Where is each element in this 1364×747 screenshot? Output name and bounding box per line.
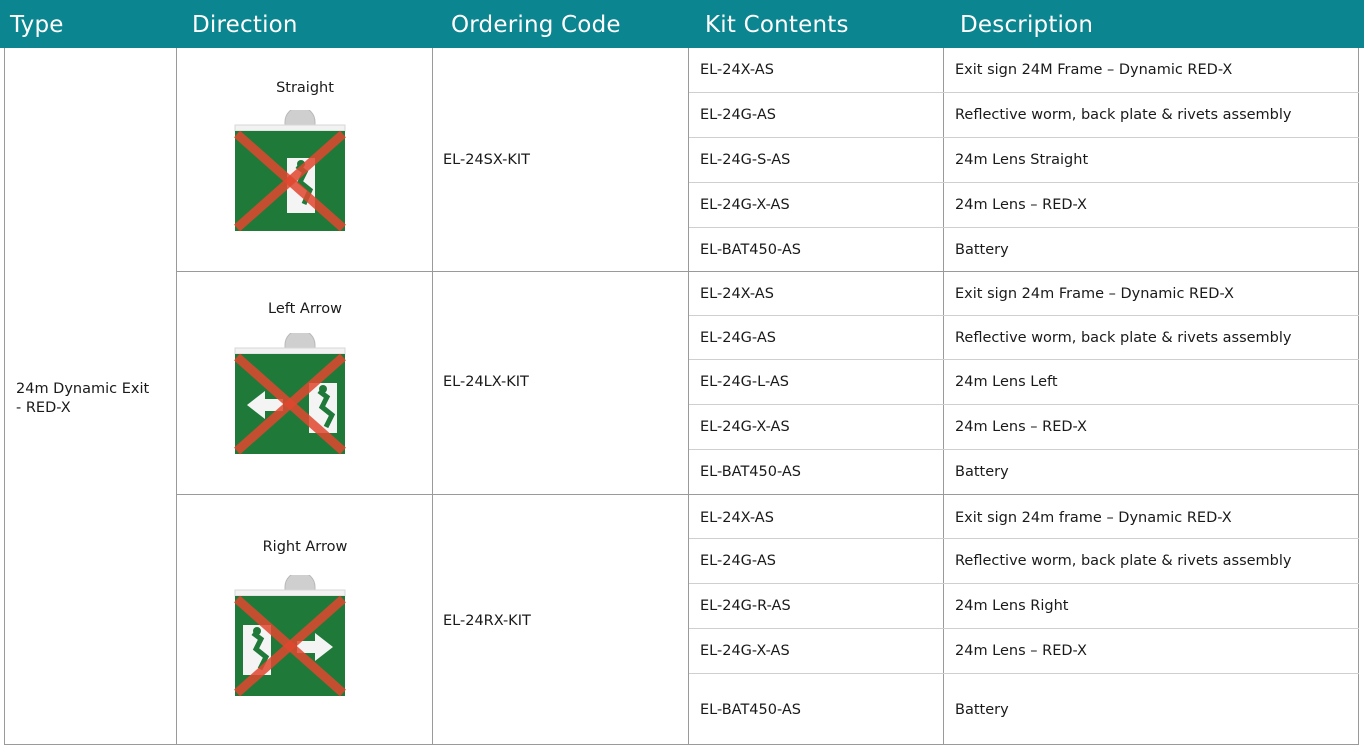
row-divider — [689, 538, 1359, 539]
kit-description: 24m Lens Straight — [955, 152, 1089, 168]
kit-item: EL-24G-X-AS — [700, 197, 790, 213]
row-divider — [689, 449, 1359, 450]
kit-description: 24m Lens – RED-X — [955, 197, 1087, 213]
col-divider — [432, 48, 433, 745]
kit-description: Battery — [955, 242, 1009, 258]
kit-item: EL-BAT450-AS — [700, 702, 802, 718]
col-divider — [943, 48, 944, 745]
product-table-page: Type Direction Ordering Code Kit Content… — [0, 0, 1364, 747]
direction-label: Left Arrow — [268, 301, 342, 317]
kit-item: EL-BAT450-AS — [700, 464, 802, 480]
ordering-code: EL-24RX-KIT — [443, 613, 531, 629]
kit-item: EL-24G-X-AS — [700, 419, 790, 435]
kit-item: EL-24G-X-AS — [700, 643, 790, 659]
row-divider — [689, 137, 1359, 138]
kit-description: 24m Lens Right — [955, 598, 1069, 614]
row-divider — [689, 92, 1359, 93]
type-cell: 24m Dynamic Exit - RED-X — [16, 381, 150, 416]
exit-sign-left-arrow-icon — [225, 333, 355, 458]
direction-label: Right Arrow — [262, 539, 348, 555]
kit-item: EL-24G-AS — [700, 107, 776, 123]
header-direction: Direction — [192, 12, 298, 38]
kit-item: EL-24X-AS — [700, 510, 774, 526]
ordering-code: EL-24LX-KIT — [443, 374, 529, 390]
col-divider — [688, 48, 689, 745]
header-kit-contents: Kit Contents — [705, 12, 849, 38]
kit-description: Battery — [955, 702, 1009, 718]
kit-item: EL-24G-AS — [700, 553, 776, 569]
row-divider — [689, 182, 1359, 183]
kit-item: EL-24G-S-AS — [700, 152, 791, 168]
kit-item: EL-24G-R-AS — [700, 598, 791, 614]
ordering-code: EL-24SX-KIT — [443, 152, 530, 168]
header-ordering-code: Ordering Code — [451, 12, 621, 38]
group-divider — [177, 494, 1359, 495]
kit-description: Exit sign 24M Frame – Dynamic RED-X — [955, 62, 1233, 78]
kit-description: 24m Lens – RED-X — [955, 643, 1087, 659]
direction-label: Straight — [276, 80, 334, 96]
kit-description: Reflective worm, back plate & rivets ass… — [955, 553, 1292, 569]
row-divider — [689, 583, 1359, 584]
table-header: Type Direction Ordering Code Kit Content… — [0, 0, 1364, 48]
table-body — [4, 48, 1359, 745]
row-divider — [689, 315, 1359, 316]
row-divider — [689, 628, 1359, 629]
kit-description: Exit sign 24m Frame – Dynamic RED-X — [955, 286, 1234, 302]
kit-item: EL-BAT450-AS — [700, 242, 802, 258]
group-divider — [177, 271, 1359, 272]
row-divider — [689, 359, 1359, 360]
kit-item: EL-24G-L-AS — [700, 374, 789, 390]
header-type: Type — [10, 12, 64, 38]
kit-item: EL-24X-AS — [700, 286, 774, 302]
kit-description: Reflective worm, back plate & rivets ass… — [955, 107, 1292, 123]
col-divider — [176, 48, 177, 745]
exit-sign-right-arrow-icon — [225, 575, 355, 700]
kit-description: Reflective worm, back plate & rivets ass… — [955, 330, 1292, 346]
kit-item: EL-24X-AS — [700, 62, 774, 78]
row-divider — [689, 404, 1359, 405]
header-description: Description — [960, 12, 1094, 38]
row-divider — [689, 673, 1359, 674]
kit-description: 24m Lens Left — [955, 374, 1058, 390]
kit-description: Battery — [955, 464, 1009, 480]
kit-description: 24m Lens – RED-X — [955, 419, 1087, 435]
kit-item: EL-24G-AS — [700, 330, 776, 346]
exit-sign-straight-icon — [225, 110, 355, 235]
row-divider — [689, 227, 1359, 228]
kit-description: Exit sign 24m frame – Dynamic RED-X — [955, 510, 1232, 526]
